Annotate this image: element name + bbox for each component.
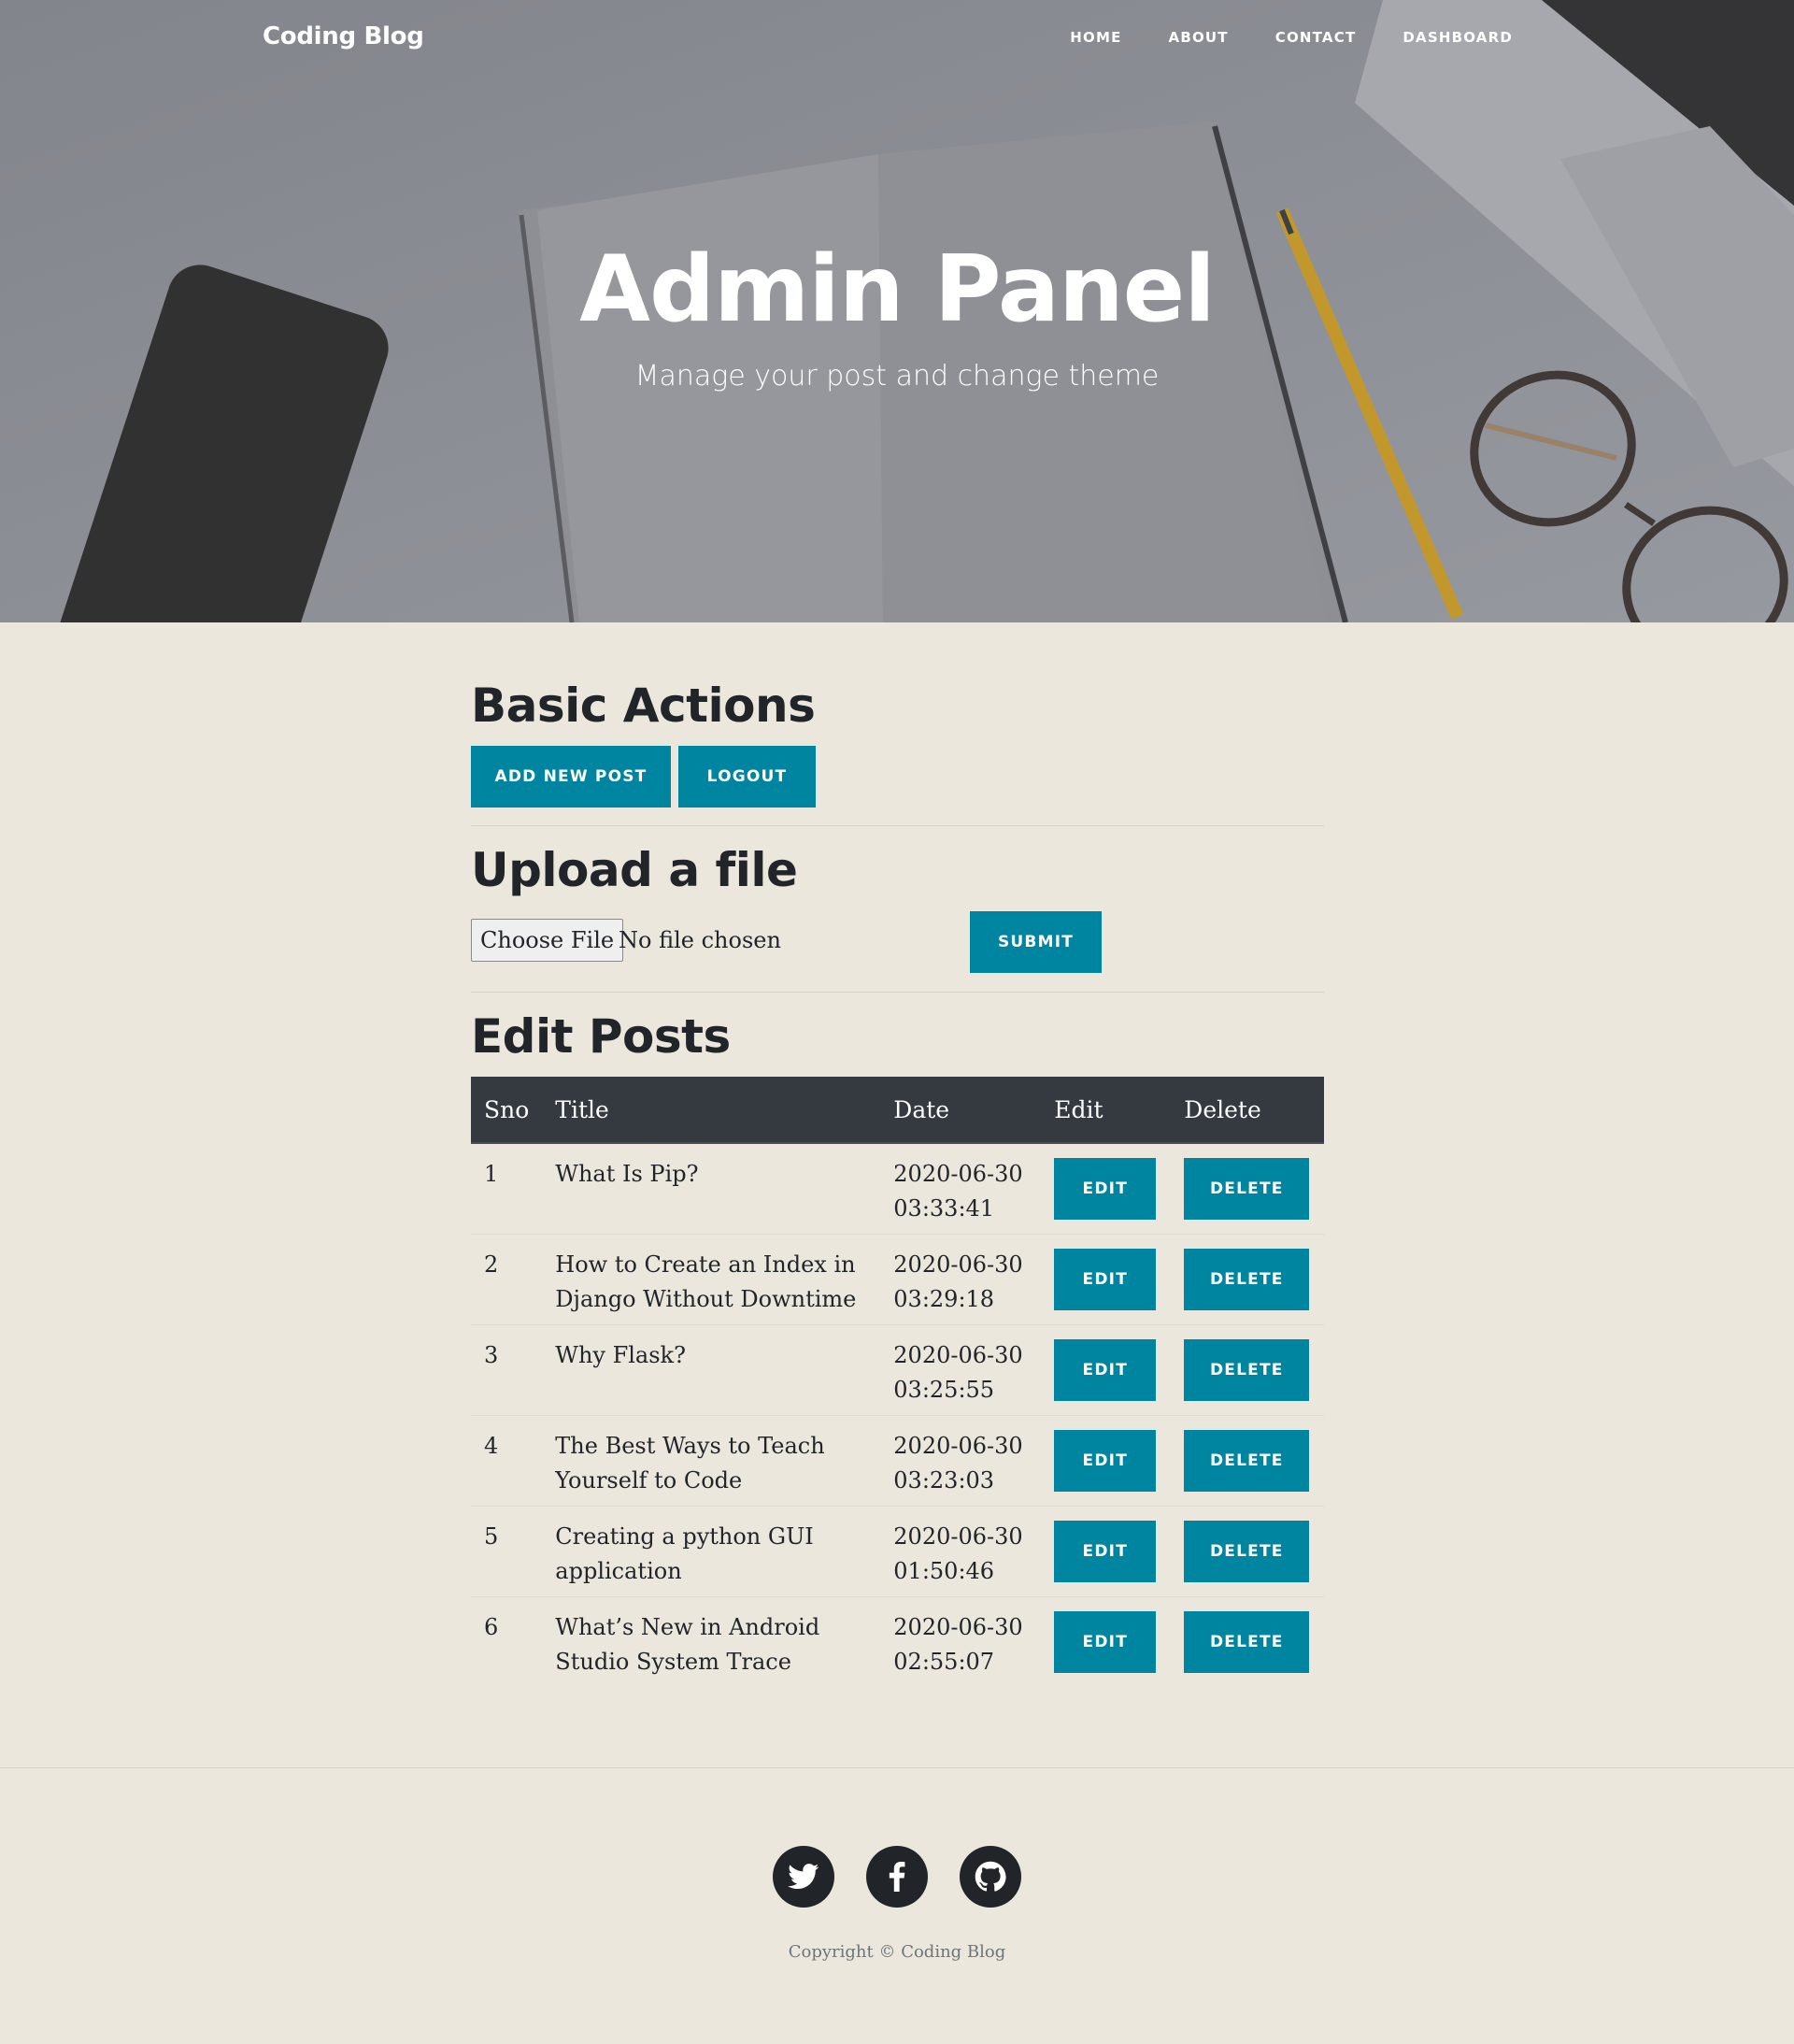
nav-link-contact[interactable]: Contact [1275,29,1357,46]
delete-post-button[interactable]: Delete [1184,1611,1310,1673]
nav-link-about[interactable]: About [1169,29,1229,46]
brand-logo-link[interactable]: Coding Blog [263,22,424,50]
top-navbar: Coding Blog Home About Contact Dashboard [0,0,1794,79]
edit-post-button[interactable]: Edit [1054,1339,1157,1401]
post-sno: 1 [484,1161,499,1187]
delete-post-button[interactable]: Delete [1184,1521,1310,1582]
post-title: Creating a python GUI application [542,1506,881,1597]
edit-post-button[interactable]: Edit [1054,1611,1157,1673]
hero-heading: Admin Panel Manage your post and change … [0,238,1794,393]
delete-post-button[interactable]: Delete [1184,1339,1310,1401]
post-date-time: 03:25:55 [893,1377,995,1403]
divider [471,825,1324,826]
column-header-sno: Sno [471,1077,543,1144]
table-row: 2 How to Create an Index in Django Witho… [471,1234,1324,1325]
column-header-edit: Edit [1041,1077,1172,1144]
delete-cell: Delete [1171,1415,1324,1507]
post-date-time: 02:55:07 [893,1649,995,1675]
nav-link-dashboard[interactable]: Dashboard [1402,29,1513,46]
post-title: The Best Ways to Teach Yourself to Code [542,1415,881,1507]
post-date: 2020-06-30 03:33:41 [880,1143,1041,1235]
post-title: How to Create an Index in Django Without… [542,1234,881,1325]
edit-post-button[interactable]: Edit [1054,1249,1157,1310]
delete-post-button[interactable]: Delete [1184,1430,1310,1492]
delete-cell: Delete [1171,1234,1324,1325]
github-link[interactable] [960,1846,1021,1908]
post-date-day: 2020-06-30 [893,1614,1023,1640]
submit-upload-button[interactable]: Submit [970,911,1102,973]
post-date-day: 2020-06-30 [893,1161,1023,1187]
edit-cell: Edit [1041,1415,1172,1507]
hero-header: Coding Blog Home About Contact Dashboard… [0,0,1794,622]
post-sno: 3 [471,1324,543,1416]
twitter-icon [788,1864,819,1890]
edit-cell: Edit [1041,1324,1172,1416]
file-status-text: No file chosen [619,927,781,953]
post-date: 2020-06-30 02:55:07 [880,1596,1042,1687]
column-header-date: Date [880,1077,1042,1144]
post-date: 2020-06-30 01:50:46 [880,1506,1042,1597]
delete-cell: Delete [1171,1143,1324,1235]
table-header-row: Sno Title Date Edit Delete [471,1077,1324,1144]
post-title: What’s New in Android Studio System Trac… [542,1596,881,1687]
delete-cell: Delete [1171,1506,1324,1597]
post-date-day: 2020-06-30 [893,1523,1023,1550]
delete-cell: Delete [1171,1596,1324,1687]
delete-post-button[interactable]: Delete [1184,1249,1310,1310]
column-header-title: Title [542,1077,881,1144]
posts-table: Sno Title Date Edit Delete 1 What Is Pip… [471,1077,1324,1687]
posts-table-header: Sno Title Date Edit Delete [471,1077,1324,1144]
post-sno: 5 [471,1506,543,1597]
column-header-delete: Delete [1171,1077,1324,1144]
post-date-time: 03:23:03 [893,1467,995,1494]
footer-divider [0,1767,1794,1768]
post-title: Why Flask? [542,1324,881,1416]
table-row: 5 Creating a python GUI application 2020… [471,1506,1324,1597]
post-date: 2020-06-30 03:25:55 [880,1324,1042,1416]
edit-post-button[interactable]: Edit [1054,1158,1157,1220]
facebook-link[interactable] [866,1846,928,1908]
table-row: 1 What Is Pip? 2020-06-30 03:33:41 Edit D… [471,1143,1324,1235]
logout-button[interactable]: Logout [678,746,816,808]
add-new-post-button[interactable]: Add new post [471,746,671,808]
nav-link-home[interactable]: Home [1070,29,1121,46]
table-row: 3 Why Flask? 2020-06-30 03:25:55 Edit Del… [471,1324,1324,1416]
divider [471,992,1324,993]
page-title: Admin Panel [579,236,1216,343]
twitter-link[interactable] [773,1846,834,1908]
edit-post-button[interactable]: Edit [1054,1430,1157,1492]
edit-cell: Edit [1041,1596,1172,1687]
post-date: 2020-06-30 03:23:03 [880,1415,1042,1507]
post-title: What Is Pip? [555,1161,699,1187]
nav-links: Home About Contact Dashboard [1023,29,1513,46]
post-date-day: 2020-06-30 [893,1342,1023,1368]
post-date-day: 2020-06-30 [893,1251,1023,1278]
facebook-icon [889,1862,905,1892]
post-date-day: 2020-06-30 [893,1433,1023,1459]
edit-posts-title: Edit Posts [471,1009,731,1064]
basic-actions-title: Basic Actions [471,679,816,733]
edit-cell: Edit [1041,1143,1171,1235]
post-sno: 6 [471,1596,543,1687]
github-icon [975,1861,1006,1892]
upload-title: Upload a file [471,843,798,897]
delete-cell: Delete [1171,1324,1324,1416]
post-date-time: 03:33:41 [893,1195,995,1222]
edit-cell: Edit [1041,1234,1172,1325]
post-date-time: 01:50:46 [893,1558,995,1584]
social-links [0,1846,1794,1908]
choose-file-button[interactable]: Choose File [471,919,624,962]
post-sno: 2 [471,1234,543,1325]
post-date: 2020-06-30 03:29:18 [880,1234,1042,1325]
copyright-text: Copyright © Coding Blog [788,1942,1006,1962]
post-date-time: 03:29:18 [893,1286,995,1312]
post-sno: 4 [471,1415,543,1507]
edit-post-button[interactable]: Edit [1054,1521,1157,1582]
posts-table-body: 1 What Is Pip? 2020-06-30 03:33:41 Edit D… [471,1143,1324,1687]
table-row: 6 What’s New in Android Studio System Tr… [471,1596,1324,1687]
page-subtitle: Manage your post and change theme [634,360,1160,393]
table-row: 4 The Best Ways to Teach Yourself to Cod… [471,1415,1324,1507]
delete-post-button[interactable]: Delete [1184,1158,1310,1220]
edit-cell: Edit [1041,1506,1172,1597]
